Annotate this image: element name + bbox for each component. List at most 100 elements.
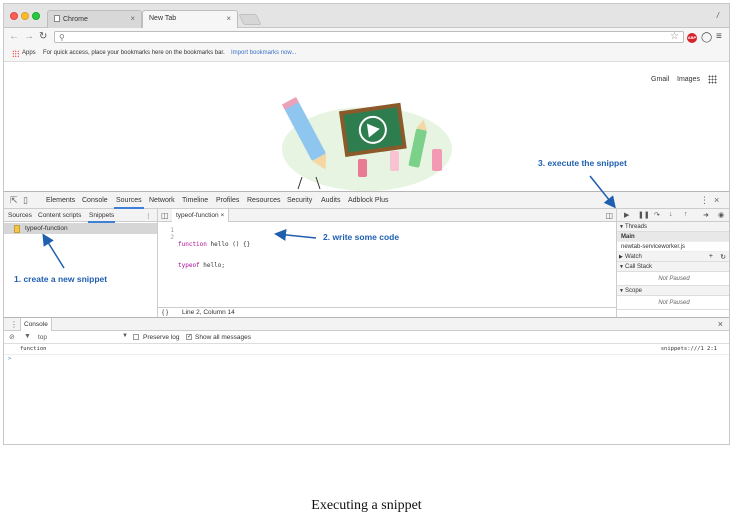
- tab-strip: Chrome × New Tab × /: [4, 4, 729, 29]
- close-drawer-icon[interactable]: ×: [718, 319, 723, 329]
- watch-header[interactable]: ▶ Watch + ↻: [617, 252, 729, 262]
- google-apps-icon[interactable]: [708, 75, 717, 84]
- minimize-window-button[interactable]: [21, 12, 29, 20]
- tab-network[interactable]: Network: [149, 197, 175, 204]
- devtools-tab-bar: ⇱ ▯ Elements Console Sources Network Tim…: [4, 192, 729, 209]
- close-window-button[interactable]: [10, 12, 18, 20]
- add-watch-icon[interactable]: +: [709, 253, 713, 260]
- more-options-icon[interactable]: ⋮: [700, 195, 709, 206]
- gmail-link[interactable]: Gmail: [651, 76, 669, 83]
- call-stack-header[interactable]: ▼ Call Stack: [617, 262, 729, 272]
- console-toolbar: ⊘ ▼ top ▼ Preserve log ✓ Show all messag…: [4, 331, 729, 344]
- preserve-log-label: Preserve log: [143, 334, 180, 341]
- scope-header[interactable]: ▼ Scope: [617, 286, 729, 296]
- tab-audits[interactable]: Audits: [321, 197, 340, 204]
- tab-sources-nav[interactable]: Sources: [8, 212, 32, 219]
- images-link[interactable]: Images: [677, 76, 700, 83]
- maximize-window-button[interactable]: [32, 12, 40, 20]
- tab-security[interactable]: Security: [287, 197, 312, 204]
- menu-icon[interactable]: ≡: [716, 31, 722, 42]
- code-lines: function hello () {} typeof hello;: [178, 227, 250, 283]
- annotation-step2: 2. write some code: [323, 232, 400, 242]
- drawer-menu-icon[interactable]: ⋮: [10, 320, 18, 329]
- context-selector[interactable]: top: [38, 334, 47, 341]
- forward-arrow-icon[interactable]: →: [24, 31, 34, 43]
- device-mode-icon[interactable]: ▯: [23, 195, 28, 206]
- tab-content-scripts[interactable]: Content scripts: [38, 212, 81, 219]
- tab-snippets[interactable]: Snippets: [87, 212, 116, 223]
- clear-console-icon[interactable]: ⊘: [9, 333, 15, 341]
- context-dropdown-icon[interactable]: ▼: [122, 333, 128, 339]
- import-bookmarks-link[interactable]: Import bookmarks now...: [231, 50, 296, 56]
- pause-icon[interactable]: ❚❚: [638, 211, 650, 219]
- line-number: 2: [170, 234, 174, 241]
- threads-header[interactable]: ▼ Threads: [617, 222, 729, 232]
- tab-profiles[interactable]: Profiles: [216, 197, 239, 204]
- tab-label: Chrome: [63, 16, 88, 23]
- console-drawer: ⋮ Console × ⊘ ▼ top ▼ Preserve log ✓ Sho…: [4, 317, 729, 444]
- line-number: 1: [170, 227, 174, 234]
- new-tab-button[interactable]: [238, 14, 262, 25]
- console-output-value: function: [20, 346, 47, 352]
- apps-link[interactable]: Apps: [22, 50, 36, 56]
- deactivate-breakpoints-icon[interactable]: ➜: [703, 211, 709, 219]
- close-devtools-icon[interactable]: ×: [714, 195, 719, 205]
- refresh-icon[interactable]: ↻: [720, 253, 726, 261]
- bookmark-star-icon[interactable]: ☆: [670, 31, 679, 42]
- annotation-step1: 1. create a new snippet: [14, 274, 108, 284]
- toggle-navigator-icon[interactable]: ◫: [161, 211, 169, 220]
- show-all-messages-checkbox[interactable]: ✓: [186, 334, 192, 340]
- close-tab-icon[interactable]: ×: [226, 14, 231, 23]
- pretty-print-icon[interactable]: { }: [162, 309, 168, 316]
- new-tab-page: Gmail Images: [4, 63, 729, 193]
- step-out-icon[interactable]: ↑: [684, 211, 688, 218]
- figure-caption: Executing a snippet: [311, 498, 422, 513]
- toggle-debugger-icon[interactable]: ◫: [605, 211, 613, 220]
- show-all-messages-label: Show all messages: [195, 334, 251, 341]
- tab-new-tab[interactable]: New Tab ×: [142, 10, 238, 29]
- tab-console-drawer[interactable]: Console: [20, 318, 52, 331]
- profile-badge[interactable]: /: [717, 11, 719, 20]
- thread-serviceworker[interactable]: newtab-serviceworker.js: [617, 242, 729, 252]
- more-options-icon[interactable]: ⋮: [145, 212, 152, 220]
- adblock-extension-icon[interactable]: ABP: [687, 33, 697, 43]
- navigator-tab-bar: Sources Content scripts Snippets ⋮: [4, 209, 157, 223]
- tab-timeline[interactable]: Timeline: [182, 197, 208, 204]
- close-tab-icon[interactable]: ×: [220, 212, 224, 219]
- doodle-illustration[interactable]: [272, 89, 462, 199]
- console-prompt-row[interactable]: >: [4, 355, 729, 366]
- tab-chrome[interactable]: Chrome ×: [47, 10, 142, 28]
- extension-icon[interactable]: ◯: [701, 32, 712, 43]
- step-into-icon[interactable]: ↓: [669, 211, 673, 218]
- debugger-toolbar: ▶ ❚❚ ↷ ↓ ↑ ➜ ◉: [617, 209, 729, 222]
- tab-console[interactable]: Console: [82, 197, 108, 204]
- navigator-pane: Sources Content scripts Snippets ⋮ typeo…: [4, 209, 158, 317]
- preserve-log-checkbox[interactable]: [133, 334, 139, 340]
- reload-icon[interactable]: ↻: [39, 31, 47, 43]
- tab-adblock-plus[interactable]: Adblock Plus: [348, 197, 388, 204]
- tab-resources[interactable]: Resources: [247, 197, 280, 204]
- console-source-link[interactable]: snippets:///1 2:1: [661, 346, 717, 352]
- step-over-icon[interactable]: ↷: [654, 211, 660, 219]
- back-arrow-icon[interactable]: ←: [9, 31, 19, 43]
- cursor-position: Line 2, Column 14: [182, 309, 235, 316]
- thread-main[interactable]: Main: [617, 232, 729, 242]
- close-tab-icon[interactable]: ×: [130, 14, 135, 23]
- tab-sources[interactable]: Sources: [114, 197, 144, 209]
- apps-grid-icon[interactable]: [12, 50, 19, 57]
- snippet-item[interactable]: typeof-function: [4, 223, 157, 234]
- pause-on-exceptions-icon[interactable]: ◉: [718, 211, 724, 219]
- code-line: function hello () {}: [178, 241, 250, 248]
- editor-tab[interactable]: typeof-function ×: [172, 209, 230, 222]
- editor-tab-label: typeof-function: [176, 212, 219, 219]
- code-keyword: typeof: [178, 262, 200, 269]
- tab-elements[interactable]: Elements: [46, 197, 75, 204]
- code-line: typeof hello;: [178, 262, 250, 269]
- run-snippet-icon[interactable]: ▶: [624, 211, 629, 219]
- line-numbers: 1 2: [166, 227, 174, 241]
- code-text: hello () {}: [206, 241, 251, 248]
- address-bar[interactable]: ⚲ ☆: [54, 31, 684, 43]
- inspect-element-icon[interactable]: ⇱: [10, 195, 18, 206]
- filter-icon[interactable]: ▼: [24, 333, 31, 340]
- bookmarks-bar: Apps For quick access, place your bookma…: [4, 46, 729, 62]
